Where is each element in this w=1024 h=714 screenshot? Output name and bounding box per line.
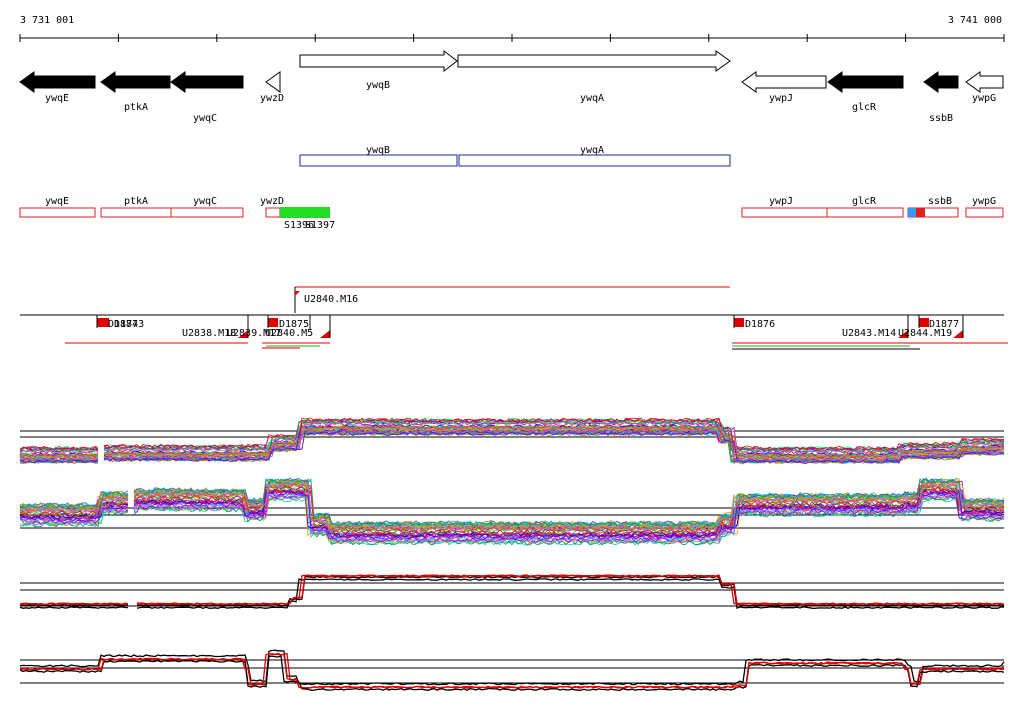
annotation-box-ywpJ[interactable] — [741, 207, 828, 218]
gene-ywqE-arrow[interactable] — [19, 71, 96, 93]
gene-track — [19, 49, 1004, 93]
annotation-track — [19, 207, 1004, 218]
gene-label: ywpJ — [769, 93, 793, 104]
operon-box-ywqA[interactable] — [458, 154, 731, 167]
expression-trace — [19, 575, 1005, 607]
transcript-track: U2840.M16 D1874 D1873 U2838.M18 U2839.M1… — [20, 286, 1008, 350]
gene-label: ywqE — [45, 93, 69, 104]
gene-label: ywqA — [580, 93, 604, 104]
ruler-end-label: 3 741 000 — [948, 15, 1002, 26]
annotation-labels: ywqE ptkA ywqC ywzD ywpJ glcR ssbB ywpG … — [45, 196, 996, 231]
expression-trace — [19, 655, 1005, 692]
annotation-label: ssbB — [928, 196, 952, 207]
segment-label: S1397 — [305, 220, 335, 231]
gene-ywqB-arrow[interactable] — [299, 49, 458, 73]
gene-label: ywzD — [260, 93, 284, 104]
gene-ywpJ-arrow[interactable] — [741, 71, 827, 93]
transcript-label: D1877 — [929, 319, 959, 330]
ruler-start-label: 3 731 001 — [20, 15, 74, 26]
transcript-label: U2840.M16 — [304, 294, 358, 305]
ssb-red-marker — [916, 208, 925, 217]
annotation-label: ywzD — [260, 196, 284, 207]
annotation-box-ywqC[interactable] — [170, 207, 244, 218]
expression-panel-minus-strand — [19, 477, 1005, 546]
expression-panel-summary-plus — [19, 574, 1005, 610]
ssb-blue-marker — [908, 208, 916, 217]
gene-ywzD-arrow[interactable] — [265, 71, 281, 93]
gene-label: ptkA — [124, 102, 148, 113]
transcript-label: D1876 — [745, 319, 775, 330]
annotation-box-ywqE[interactable] — [19, 207, 96, 218]
gene-label: ywpG — [972, 93, 996, 104]
operon-track: ywqB ywqA — [299, 145, 731, 167]
expression-trace — [19, 649, 1005, 686]
annotation-box-ywpG[interactable] — [965, 207, 1004, 218]
annotation-box-ywzD[interactable] — [265, 207, 281, 218]
genome-browser-viewer: 3 731 001 3 741 000 ywqE ptkA ywqC ywzD … — [19, 15, 1008, 692]
gene-label: ywqB — [366, 80, 390, 91]
gene-ywqC-arrow[interactable] — [170, 71, 244, 93]
transcript-label: D1875 — [279, 319, 309, 330]
annotation-box-ptkA[interactable] — [100, 207, 172, 218]
operon-label: ywqB — [366, 145, 390, 156]
coordinate-ruler: 3 731 001 3 741 000 — [19, 15, 1005, 42]
annotation-label: ywpJ — [769, 196, 793, 207]
gene-glcR-arrow[interactable] — [827, 71, 904, 93]
transcript-label: D1873 — [114, 319, 144, 330]
annotation-label: ywpG — [972, 196, 996, 207]
operon-label: ywqA — [580, 145, 604, 156]
annotation-label: ywqC — [193, 196, 217, 207]
gene-ywpG-arrow[interactable] — [965, 71, 1004, 93]
expression-panel-plus-strand — [19, 417, 1005, 465]
annotation-label: ywqE — [45, 196, 69, 207]
transcript-label: U2843.M14 — [842, 328, 896, 339]
gene-ssbB-arrow[interactable] — [923, 71, 959, 93]
operon-box-ywqB[interactable] — [299, 154, 458, 167]
gene-label: ywqC — [193, 113, 217, 124]
annotation-label: ptkA — [124, 196, 148, 207]
gene-ywqA-arrow[interactable] — [457, 50, 731, 72]
annotation-label: glcR — [852, 196, 877, 207]
gene-label: ssbB — [929, 113, 953, 124]
gene-ptkA-arrow[interactable] — [100, 71, 171, 93]
gene-label: glcR — [852, 102, 877, 113]
annotation-box-glcR[interactable] — [826, 207, 904, 218]
segment-green-bar[interactable] — [280, 207, 330, 218]
expression-panel-summary-minus — [19, 649, 1005, 692]
